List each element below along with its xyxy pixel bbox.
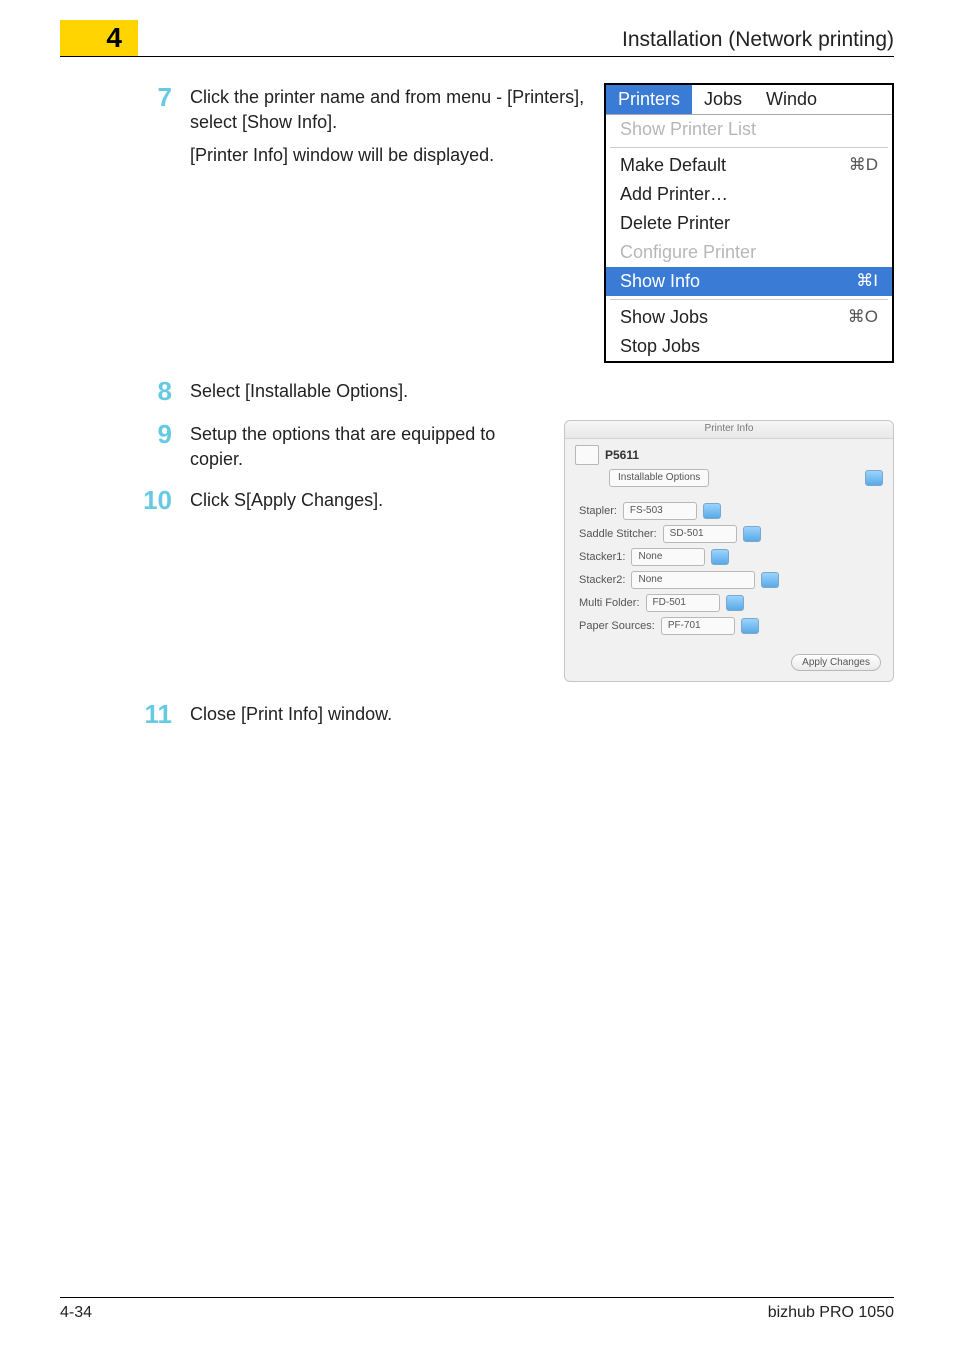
papersources-select[interactable]: PF-701 [661, 617, 735, 635]
menu-delete-printer-label: Delete Printer [620, 213, 730, 234]
stacker1-label: Stacker1: [579, 551, 625, 563]
printer-info-title: Printer Info [565, 421, 893, 439]
multifolder-label: Multi Folder: [579, 597, 640, 609]
product-name: bizhub PRO 1050 [768, 1304, 894, 1322]
menu-stop-jobs[interactable]: Stop Jobs [606, 332, 892, 361]
menu-configure-printer: Configure Printer [606, 238, 892, 267]
saddle-select[interactable]: SD-501 [663, 525, 737, 543]
papersources-dropdown-icon[interactable] [741, 618, 759, 634]
menubar-jobs[interactable]: Jobs [692, 85, 754, 114]
tab-dropdown-button[interactable] [865, 470, 883, 486]
menu-stop-jobs-label: Stop Jobs [620, 336, 700, 357]
printer-icon [575, 445, 599, 465]
menubar-printers[interactable]: Printers [606, 85, 692, 114]
menu-add-printer-label: Add Printer… [620, 184, 728, 205]
stapler-select[interactable]: FS-503 [623, 502, 697, 520]
stacker2-label: Stacker2: [579, 574, 625, 586]
menu-separator [610, 299, 888, 300]
printers-menu-illustration: Printers Jobs Windo Show Printer List Ma… [604, 83, 894, 363]
menubar-window[interactable]: Windo [754, 85, 829, 114]
stapler-dropdown-icon[interactable] [703, 503, 721, 519]
stacker1-select[interactable]: None [631, 548, 705, 566]
menu-show-printer-list-label: Show Printer List [620, 119, 756, 140]
menu-show-info-shortcut: ⌘I [856, 271, 878, 292]
menu-show-info[interactable]: Show Info ⌘I [606, 267, 892, 296]
page-title: Installation (Network printing) [138, 26, 894, 52]
menu-show-info-label: Show Info [620, 271, 700, 292]
printer-model: P5611 [605, 448, 639, 462]
step-number-11: 11 [140, 700, 190, 729]
stapler-label: Stapler: [579, 505, 617, 517]
menu-configure-printer-label: Configure Printer [620, 242, 756, 263]
papersources-label: Paper Sources: [579, 620, 655, 632]
printer-info-dialog: Printer Info P5611 Installable Options S… [564, 420, 894, 682]
multifolder-select[interactable]: FD-501 [646, 594, 720, 612]
step-7-line2: [Printer Info] window will be displayed. [190, 143, 592, 168]
menu-make-default[interactable]: Make Default ⌘D [606, 151, 892, 180]
multifolder-dropdown-icon[interactable] [726, 595, 744, 611]
stacker1-dropdown-icon[interactable] [711, 549, 729, 565]
tab-installable-options[interactable]: Installable Options [609, 469, 709, 487]
menu-show-printer-list: Show Printer List [606, 115, 892, 144]
menu-make-default-label: Make Default [620, 155, 726, 176]
menu-show-jobs[interactable]: Show Jobs ⌘O [606, 303, 892, 332]
step-8-text: Select [Installable Options]. [190, 379, 894, 404]
stacker2-dropdown-icon[interactable] [761, 572, 779, 588]
menu-add-printer[interactable]: Add Printer… [606, 180, 892, 209]
chapter-tab: 4 [60, 20, 138, 56]
step-9-text: Setup the options that are equipped to c… [190, 422, 552, 472]
menu-delete-printer[interactable]: Delete Printer [606, 209, 892, 238]
saddle-label: Saddle Stitcher: [579, 528, 657, 540]
step-7-line1: Click the printer name and from menu - [… [190, 85, 592, 135]
menu-separator [610, 147, 888, 148]
menu-show-jobs-label: Show Jobs [620, 307, 708, 328]
step-11-text: Close [Print Info] window. [190, 702, 894, 727]
chapter-number: 4 [106, 22, 122, 54]
stacker2-select[interactable]: None [631, 571, 755, 589]
step-number-8: 8 [140, 377, 190, 406]
step-10-text: Click S[Apply Changes]. [190, 488, 552, 513]
step-number-9: 9 [140, 420, 190, 449]
step-number-7: 7 [140, 83, 190, 112]
page-number: 4-34 [60, 1304, 92, 1322]
saddle-dropdown-icon[interactable] [743, 526, 761, 542]
step-number-10: 10 [140, 486, 190, 515]
menu-show-jobs-shortcut: ⌘O [848, 307, 878, 328]
menu-make-default-shortcut: ⌘D [849, 155, 878, 176]
apply-changes-button[interactable]: Apply Changes [791, 654, 881, 671]
